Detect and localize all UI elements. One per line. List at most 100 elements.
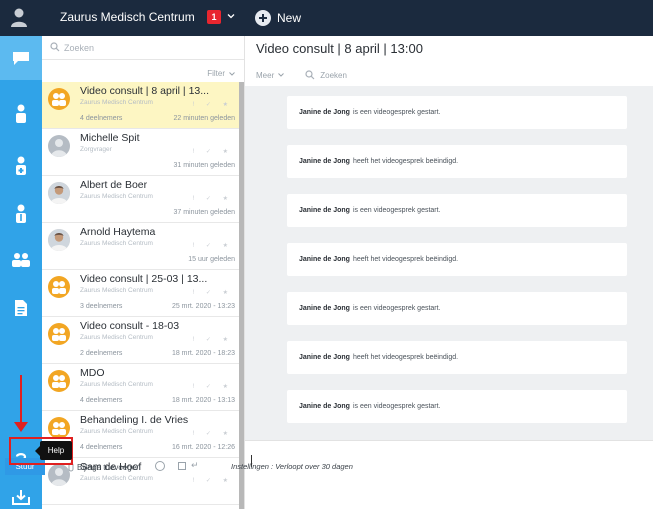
top-bar: Zaurus Medisch Centrum 1 New — [0, 0, 653, 36]
conversation-item[interactable]: Albert de Boer Zaurus Medisch Centrum ! ✓ … — [42, 176, 239, 223]
filter-label: Filter — [207, 69, 225, 78]
enter-to-send-checkbox[interactable] — [178, 462, 186, 470]
conversation-status-icons: ! ✓ ★ — [192, 243, 233, 249]
rail-item-care-provider[interactable] — [0, 144, 42, 188]
message-text: heeft het videogesprek beëindigd. — [352, 354, 459, 361]
conversation-item[interactable]: Video consult | 8 april | 13... Zaurus Me… — [42, 82, 239, 129]
conversation-title: Video consult | 8 april | 13... — [80, 85, 210, 97]
conversation-title: Behandeling I. de Vries — [80, 414, 189, 426]
rail-item-download[interactable] — [0, 484, 42, 509]
conversation-timestamp: 15 uur geleden — [188, 256, 235, 263]
participant-count: 4 deelnemers — [80, 444, 123, 451]
message-author[interactable]: Janine de Jong — [299, 354, 350, 361]
conversation-status-icons: ! ✓ ★ — [192, 384, 233, 390]
person-icon — [16, 104, 26, 123]
download-tray-icon — [12, 489, 30, 505]
annotation-arrow-line — [20, 375, 22, 423]
conversation-toolbar: Meer Zoeken — [256, 68, 347, 82]
participant-count: 4 deelnemers — [80, 397, 123, 404]
conversation-title: Video consult - 18-03 — [80, 320, 180, 332]
conversation-title: Arnold Haytema — [80, 226, 156, 238]
list-search-bar — [42, 36, 244, 60]
notification-badge[interactable]: 1 — [207, 10, 221, 24]
conversation-subtitle: Zaurus Medisch Centrum — [80, 193, 153, 200]
conversation-item[interactable]: Video consult - 18-03 Zaurus Medisch Cent… — [42, 317, 239, 364]
conversation-subtitle: Zaurus Medisch Centrum — [80, 475, 153, 482]
message-text: heeft het videogesprek beëindigd. — [352, 158, 459, 165]
conversation-timestamp: 18 mrt. 2020 - 13:13 — [171, 397, 235, 404]
rail-item-messages[interactable] — [0, 36, 42, 80]
conversation-subtitle: Zaurus Medisch Centrum — [80, 240, 153, 247]
system-message: Janine de Jong is een videogesprek gestar… — [287, 96, 627, 129]
conversation-status-icons: ! ✓ ★ — [192, 290, 233, 296]
conversation-status-icons: ! ✓ ★ — [192, 431, 233, 437]
conversation-subtitle: Zaurus Medisch Centrum — [80, 381, 153, 388]
doctor-icon — [16, 156, 26, 175]
conversation-item[interactable]: Arnold Haytema Zaurus Medisch Centrum ! ✓ … — [42, 223, 239, 270]
message-text: heeft het videogesprek beëindigd. — [352, 256, 459, 263]
conversation-title: Video consult | 25-03 | 13... — [80, 273, 208, 285]
plus-circle-icon — [255, 10, 271, 26]
enter-key-icon: ↵ — [191, 460, 199, 470]
document-icon — [15, 300, 27, 316]
organization-name[interactable]: Zaurus Medisch Centrum — [60, 10, 195, 24]
more-label: Meer — [256, 70, 275, 80]
conversation-item[interactable]: Video consult | 25-03 | 13... Zaurus Medi… — [42, 270, 239, 317]
message-author[interactable]: Janine de Jong — [299, 403, 350, 410]
chevron-down-icon — [229, 71, 235, 76]
message-author[interactable]: Janine de Jong — [299, 207, 350, 214]
conversation-status-icons: ! ✓ ★ — [192, 478, 233, 484]
conversation-title: Video consult | 8 april | 13:00 — [256, 41, 423, 56]
avatar — [48, 182, 70, 204]
conversation-subtitle: Zaurus Medisch Centrum — [80, 334, 153, 341]
conversation-settings-link[interactable]: Instellingen : Verloopt over 30 dagen — [231, 462, 353, 471]
chat-bubble-icon — [13, 52, 29, 65]
group-avatar-icon — [48, 276, 70, 298]
attach-label: Bijlage toevoegen — [77, 462, 141, 472]
message-author[interactable]: Janine de Jong — [299, 109, 350, 116]
avatar — [48, 135, 70, 157]
participant-count: 2 deelnemers — [80, 350, 123, 357]
system-message: Janine de Jong heeft het videogesprek beë… — [287, 341, 627, 374]
rail-item-documents[interactable] — [0, 286, 42, 330]
attach-button[interactable]: Bijlage toevoegen — [68, 462, 141, 472]
conversation-item[interactable]: MDO Zaurus Medisch Centrum ! ✓ ★ 4 deelneme… — [42, 364, 239, 411]
message-text: is een videogesprek gestart. — [352, 305, 441, 312]
rail-item-staff[interactable] — [0, 192, 42, 236]
annotation-arrow-head — [14, 422, 28, 432]
group-icon — [12, 253, 30, 267]
user-profile-icon[interactable] — [10, 7, 28, 29]
new-button[interactable]: New — [255, 9, 301, 27]
staff-icon — [16, 204, 26, 223]
conversation-search[interactable]: Zoeken — [305, 70, 347, 80]
group-avatar-icon — [48, 88, 70, 110]
compose-area[interactable] — [245, 440, 653, 509]
participant-count: 3 deelnemers — [80, 303, 123, 310]
app-window: Zaurus Medisch Centrum 1 New Zoeken Filt… — [0, 0, 653, 509]
emoji-icon[interactable] — [155, 461, 165, 471]
message-author[interactable]: Janine de Jong — [299, 305, 350, 312]
search-icon — [50, 42, 60, 52]
message-author[interactable]: Janine de Jong — [299, 158, 350, 165]
filter-dropdown[interactable]: Filter — [207, 69, 236, 78]
participant-count: 4 deelnemers — [80, 115, 123, 122]
avatar — [48, 464, 70, 486]
conversation-timestamp: 25 mrt. 2020 - 13:23 — [171, 303, 235, 310]
avatar — [48, 229, 70, 251]
more-dropdown[interactable]: Meer — [256, 71, 285, 80]
conversation-title: Albert de Boer — [80, 179, 148, 191]
conversation-timestamp: 31 minuten geleden — [173, 162, 236, 169]
conversation-status-icons: ! ✓ ★ — [192, 337, 233, 343]
group-avatar-icon — [48, 370, 70, 392]
chevron-down-icon[interactable] — [226, 11, 236, 21]
message-author[interactable]: Janine de Jong — [299, 256, 350, 263]
message-text: is een videogesprek gestart. — [352, 207, 441, 214]
conversation-status-icons: ! ✓ ★ — [192, 149, 233, 155]
rail-item-patient[interactable] — [0, 92, 42, 136]
conversation-timestamp: 18 mrt. 2020 - 18:23 — [171, 350, 235, 357]
conversation-item[interactable]: Michelle Spit Zorgvrager ! ✓ ★ 31 minuten g… — [42, 129, 239, 176]
message-area[interactable]: Janine de Jong is een videogesprek gestar… — [245, 86, 653, 440]
list-search-input[interactable] — [64, 40, 234, 56]
rail-item-groups[interactable] — [0, 238, 42, 282]
list-scrollbar[interactable] — [239, 82, 244, 509]
